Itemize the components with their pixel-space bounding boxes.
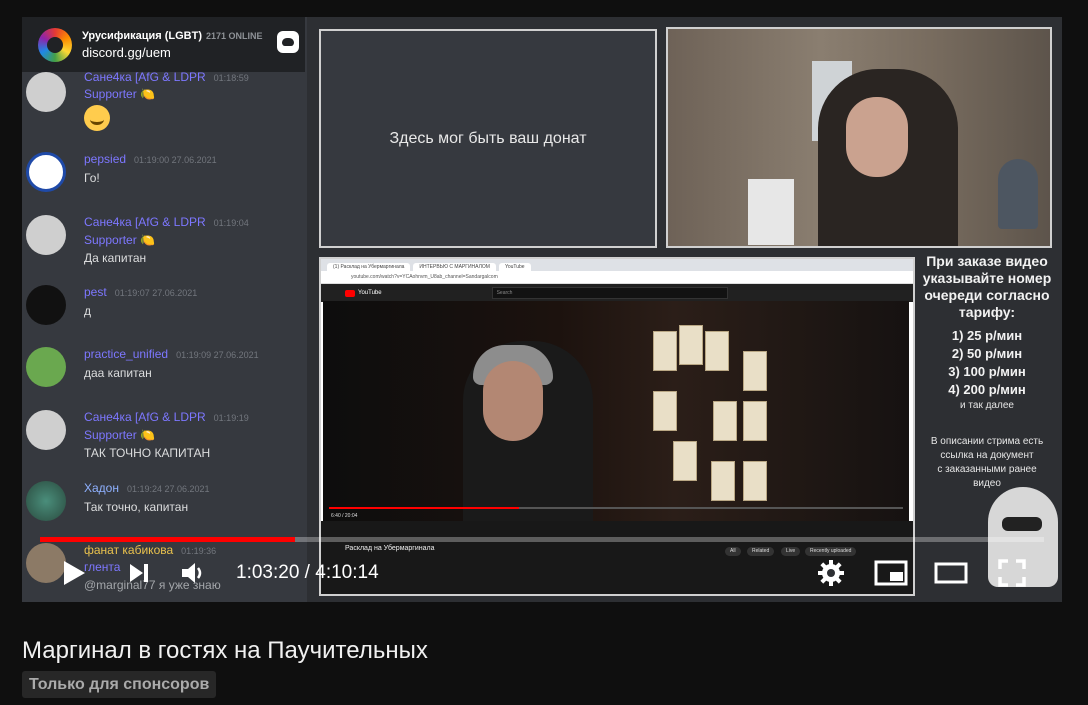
miniplayer-button[interactable]: [873, 555, 909, 591]
progress-bar[interactable]: [40, 537, 1044, 542]
members-only-badge: Только для спонсоров: [22, 671, 217, 698]
browser-url: youtube.com/watch?v=YCAohnvm_U8ab_channe…: [321, 271, 913, 284]
order-rules: При заказе видео указывайте номер очеред…: [912, 253, 1062, 491]
chat-username: pepsied 01:19:00 27.06.2021: [84, 152, 217, 166]
time-display: 1:03:20 / 4:10:14: [236, 562, 379, 583]
donate-panel: Здесь мог быть ваш донат: [319, 29, 657, 248]
avatar: [26, 347, 66, 387]
avatar: [26, 410, 66, 450]
play-button[interactable]: [56, 555, 92, 591]
browser-tabs: (1) Расклад на Убермаргинала ИНТЕРВЬЮ С …: [321, 259, 913, 271]
volume-icon: [182, 563, 202, 583]
avatar: [26, 215, 66, 255]
video-player[interactable]: Урусификация (LGBT) 2171 ONLINE discord.g…: [22, 17, 1062, 602]
fullscreen-icon: [998, 559, 1026, 587]
tariff-etc: и так далее: [960, 400, 1014, 411]
avatar: [26, 481, 66, 521]
next-icon: [130, 564, 148, 582]
browser-tab: YouTube: [498, 263, 531, 271]
theater-icon: [934, 562, 968, 584]
tariff-item: 4) 200 р/мин: [948, 382, 1026, 397]
embedded-video: 6:40 / 20:04: [323, 301, 909, 521]
smile-emoji-icon: [84, 105, 110, 131]
donate-text: Здесь мог быть ваш донат: [389, 129, 587, 147]
play-icon: [64, 561, 85, 585]
embedded-time: 6:40 / 20:04: [331, 513, 358, 519]
browser-tab: ИНТЕРВЬЮ С МАРГИНАЛОМ: [413, 263, 496, 271]
chat-text: Так точно, капитан: [84, 500, 189, 514]
rules-heading: очереди согласно: [924, 287, 1050, 303]
rules-note: видео: [973, 478, 1001, 489]
rules-heading: тарифу:: [958, 304, 1016, 320]
chat-text: даа капитан: [84, 366, 152, 380]
server-logo: [38, 27, 72, 62]
chat-username: Сане4ка [AfG & LDPR 01:19:04: [84, 215, 249, 229]
chat-username: Сане4ка [AfG & LDPR 01:18:59: [84, 70, 249, 84]
player-controls: 1:03:20 / 4:10:14: [22, 547, 1062, 595]
chat-username: pest 01:19:07 27.06.2021: [84, 285, 198, 299]
chat-username: Хадон 01:19:24 27.06.2021: [84, 481, 210, 495]
embedded-search: Search: [491, 287, 728, 299]
chat-text: Го!: [84, 171, 100, 185]
avatar: [26, 285, 66, 325]
server-invite: discord.gg/uem: [82, 44, 171, 60]
chat-role: Supporter 🍋: [84, 233, 155, 247]
browser-tab: (1) Расклад на Убермаргинала: [327, 263, 411, 271]
progress-fill: [40, 537, 296, 542]
avatar: [26, 72, 66, 112]
webcam-feed: [666, 27, 1052, 248]
chat-role: Supporter 🍋: [84, 428, 155, 442]
chat-text: д: [84, 304, 92, 318]
rules-note: с заказанными ранее: [937, 464, 1037, 475]
miniplayer-icon: [874, 560, 908, 586]
settings-button[interactable]: [813, 555, 849, 591]
embedded-browser-capture: (1) Расклад на Убермаргинала ИНТЕРВЬЮ С …: [319, 257, 915, 596]
discord-server-header: Урусификация (LGBT) 2171 ONLINE discord.g…: [22, 17, 305, 72]
avatar: [26, 152, 66, 192]
tariff-item: 2) 50 р/мин: [951, 346, 1023, 361]
chat-username: Сане4ка [AfG & LDPR 01:19:19: [84, 410, 249, 424]
youtube-logo: YouTube: [345, 290, 382, 297]
rules-note: ссылка на документ: [940, 450, 1034, 461]
volume-button[interactable]: [176, 555, 212, 591]
server-name: Урусификация (LGBT) 2171 ONLINE: [82, 29, 263, 42]
chat-username: practice_unified 01:19:09 27.06.2021: [84, 347, 259, 361]
next-button[interactable]: [121, 555, 157, 591]
tariff-item: 1) 25 р/мин: [951, 328, 1023, 343]
gear-icon: [818, 560, 844, 586]
rules-heading: указывайте номер: [922, 270, 1052, 286]
rules-heading: При заказе видео: [926, 253, 1048, 269]
chat-text: ТАК ТОЧНО КАПИТАН: [84, 446, 211, 460]
embedded-youtube-header: YouTube Search: [321, 284, 913, 302]
video-title: Маргинал в гостях на Паучительных: [22, 637, 428, 664]
discord-icon: [277, 31, 299, 53]
chat-text: Да капитан: [84, 251, 147, 265]
chat-role: Supporter 🍋: [84, 87, 155, 101]
discord-chat-panel: Урусификация (LGBT) 2171 ONLINE discord.g…: [22, 17, 307, 602]
theater-button[interactable]: [933, 555, 969, 591]
tariff-item: 3) 100 р/мин: [948, 364, 1026, 379]
fullscreen-button[interactable]: [994, 555, 1030, 591]
rules-note: В описании стрима есть: [930, 436, 1044, 447]
